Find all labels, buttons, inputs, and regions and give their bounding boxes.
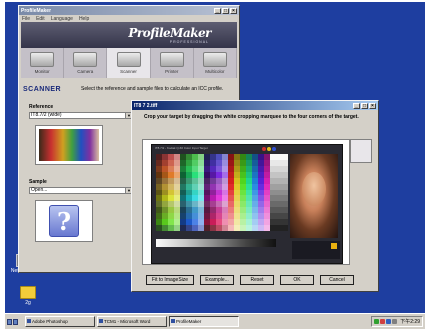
example-button[interactable]: Example...	[200, 275, 234, 285]
printer-icon	[159, 52, 184, 67]
mode-description: Select the reference and sample files to…	[81, 86, 224, 92]
minimize-button[interactable]: _	[214, 7, 221, 14]
sample-label: Sample	[29, 179, 47, 185]
target-crop-dialog: IT8 7 2.tiff _ □ × Crop your target by d…	[131, 100, 379, 292]
tab-camera[interactable]: Camera	[64, 48, 108, 78]
task-profilemaker[interactable]: ProfileMaker	[169, 316, 239, 327]
task-word[interactable]: TCM1 - Microsoft Word	[97, 316, 167, 327]
tab-label: Multicolor	[205, 69, 225, 74]
cancel-button[interactable]: Cancel	[320, 275, 354, 285]
tray-app-icon[interactable]	[380, 319, 386, 324]
target-preview-frame[interactable]: IT8.7/2 - Kodak Q-60 Color Input Target	[142, 139, 350, 265]
target-header: IT8.7/2 - Kodak Q-60 Color Input Target	[155, 146, 208, 150]
folder-icon	[20, 286, 36, 299]
menu-help[interactable]: Help	[79, 16, 89, 22]
mode-header: SCANNER Select the reference and sample …	[23, 80, 235, 98]
tab-label: Monitor	[34, 69, 50, 74]
quick-launch-icon[interactable]	[13, 318, 18, 325]
tab-printer[interactable]: Printer	[151, 48, 194, 78]
system-tray: 下午2:29	[371, 316, 423, 327]
clock: 下午2:29	[400, 319, 420, 325]
tab-label: Camera	[77, 69, 94, 74]
yellow-dot	[267, 147, 271, 151]
target-logo-area	[292, 241, 340, 259]
it8-target-image[interactable]: IT8.7/2 - Kodak Q-60 Color Input Target	[151, 144, 343, 264]
dialog-title: IT8 7 2.tiff	[134, 102, 158, 109]
sample-value: Open...	[31, 187, 48, 193]
reset-button[interactable]: Reset	[240, 275, 274, 285]
menu-edit[interactable]: Edit	[36, 16, 45, 22]
quick-launch-icon[interactable]	[7, 318, 12, 325]
minimize-button[interactable]: _	[353, 102, 360, 109]
tab-label: Printer	[165, 69, 179, 74]
color-patch-grid	[156, 154, 288, 231]
tray-ime-icon[interactable]	[386, 319, 392, 324]
reference-label: Reference	[29, 104, 54, 110]
dialog-titlebar[interactable]: IT8 7 2.tiff _ □ ×	[132, 101, 378, 110]
brand-banner: ProfileMaker PROFESSIONAL	[21, 22, 237, 48]
grayscale-strip	[156, 239, 276, 247]
crop-instructions: Crop your target by dragging the white c…	[144, 114, 359, 120]
multicolor-icon	[202, 52, 227, 67]
menu-language[interactable]: Language	[51, 16, 73, 22]
profilemaker-titlebar[interactable]: ProfileMaker _ □ ×	[19, 6, 239, 15]
desktop-icon-2g[interactable]: 2g	[9, 286, 47, 306]
reference-target-preview	[39, 129, 99, 161]
close-button[interactable]: ×	[230, 7, 237, 14]
desktop: Net College 2g ProfileMaker _ □ × File E…	[5, 2, 425, 313]
zoom-preview-box	[350, 139, 372, 163]
sample-select[interactable]: Open... ▼	[29, 187, 133, 194]
close-button[interactable]: ×	[369, 102, 376, 109]
fit-to-imagesize-button[interactable]: Fit to ImageSize	[146, 275, 194, 285]
scanner-icon	[116, 52, 141, 67]
taskbar: Adobe Photoshop TCM1 - Microsoft Word Pr…	[5, 313, 425, 329]
color-patch	[282, 225, 288, 231]
reference-thumbnail	[35, 125, 103, 165]
tab-label: Scanner	[120, 69, 137, 74]
reference-select[interactable]: IT8.7/2 (wide) ▼	[29, 112, 133, 119]
window-title: ProfileMaker	[21, 7, 52, 14]
menubar: File Edit Language Help	[19, 15, 239, 22]
tab-monitor[interactable]: Monitor	[21, 48, 65, 78]
portrait-image	[290, 154, 338, 238]
ok-button[interactable]: OK	[280, 275, 314, 285]
question-mark-icon: ?	[49, 205, 79, 237]
maximize-button[interactable]: □	[361, 102, 368, 109]
tab-scanner[interactable]: Scanner	[107, 48, 151, 78]
tab-multicolor[interactable]: Multicolor	[194, 48, 238, 78]
profilemaker-logo: ProfileMaker	[128, 26, 211, 40]
red-dot	[262, 147, 266, 151]
tray-volume-icon[interactable]	[392, 319, 398, 324]
dialog-buttons: Fit to ImageSize Example... Reset OK Can…	[146, 275, 354, 285]
menu-file[interactable]: File	[22, 16, 30, 22]
quick-launch	[7, 317, 23, 327]
sample-thumbnail: ?	[35, 200, 93, 242]
monitor-icon	[30, 52, 55, 67]
maximize-button[interactable]: □	[222, 7, 229, 14]
device-tabs: Monitor Camera Scanner Printer Multicolo…	[21, 48, 238, 78]
file-panel: Reference IT8.7/2 (wide) ▼ Sample Open..…	[29, 104, 133, 242]
target-color-dots	[262, 147, 276, 151]
camera-icon	[73, 52, 98, 67]
logo-subtitle: PROFESSIONAL	[169, 40, 209, 44]
desktop-icon-label: 2g	[25, 300, 31, 306]
kodak-logo-icon	[331, 243, 337, 249]
reference-value: IT8.7/2 (wide)	[31, 112, 62, 118]
mode-title: SCANNER	[23, 85, 62, 93]
blue-dot	[272, 147, 276, 151]
task-photoshop[interactable]: Adobe Photoshop	[25, 316, 95, 327]
tray-network-icon[interactable]	[374, 319, 380, 324]
